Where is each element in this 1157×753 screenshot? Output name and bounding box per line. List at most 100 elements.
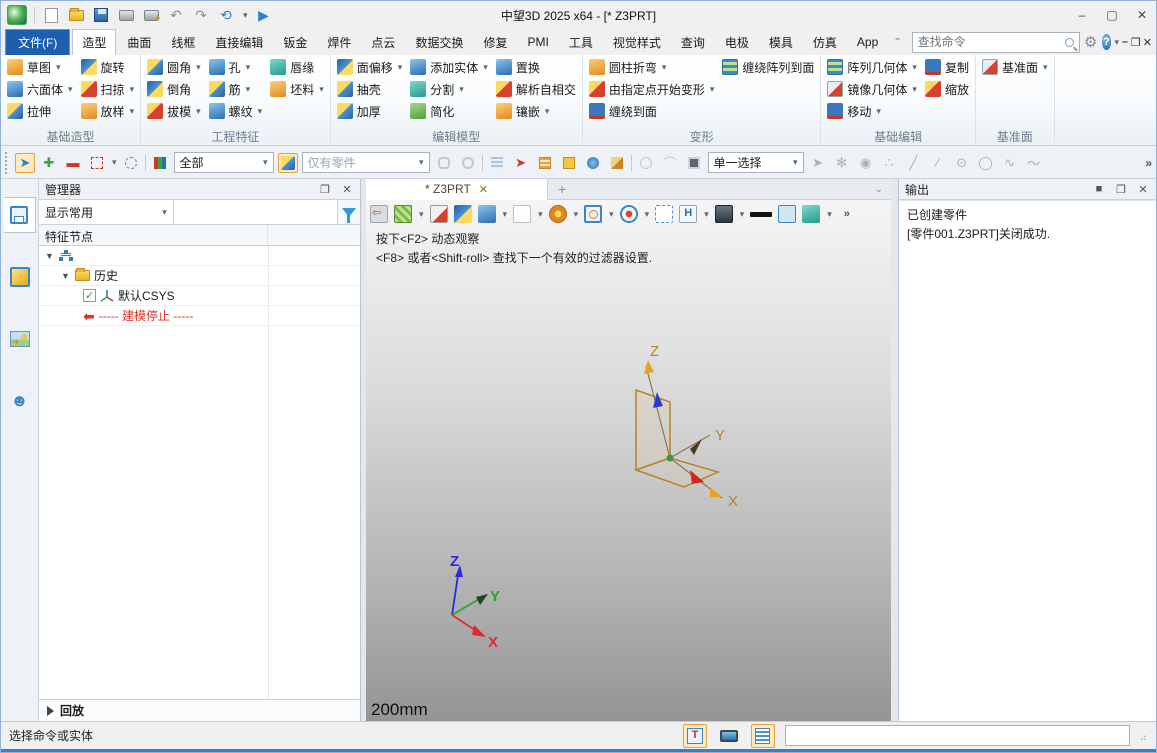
filter-button[interactable] bbox=[150, 153, 170, 173]
role-manager-tab[interactable]: ☻ bbox=[4, 383, 36, 419]
dropdown-arrow-icon[interactable]: ▾ bbox=[709, 84, 715, 95]
dropdown-arrow-icon[interactable]: ▾ bbox=[195, 106, 201, 117]
canvas-toolbar-overflow-icon[interactable]: » bbox=[844, 208, 850, 220]
shell-button[interactable]: 抽壳 bbox=[333, 78, 407, 100]
dropdown-arrow-icon[interactable]: ▾ bbox=[644, 209, 650, 220]
replay-section[interactable]: 回放 bbox=[39, 699, 360, 721]
history-manager-tab[interactable] bbox=[3, 197, 36, 233]
close-button[interactable]: ✕ bbox=[1134, 8, 1150, 22]
model-canvas[interactable]: ▾ ▾ ▾ ▾ ▾ ▾ ▾ ▾ ▾ » 按下<F2> 动态观察 <F8> 或者<… bbox=[366, 200, 891, 721]
loft-button[interactable]: 放样 ▾ bbox=[77, 100, 139, 122]
play-filter-button[interactable]: ◉ bbox=[856, 153, 876, 173]
inlay-button[interactable]: 镶嵌 ▾ bbox=[492, 100, 580, 122]
dropdown-arrow-icon[interactable]: ▾ bbox=[257, 106, 263, 117]
prompt-panel-toggle[interactable] bbox=[682, 723, 707, 748]
tree-root-row[interactable]: ▼ bbox=[39, 246, 360, 266]
manager-float-button[interactable]: ❐ bbox=[318, 183, 332, 196]
dropdown-arrow-icon[interactable]: ▾ bbox=[397, 62, 403, 73]
dropdown-arrow-icon[interactable]: ▾ bbox=[502, 209, 508, 220]
dropdown-arrow-icon[interactable]: ▾ bbox=[911, 62, 917, 73]
manager-close-button[interactable]: ✕ bbox=[340, 183, 354, 196]
pick-highlight-button[interactable]: ➤ bbox=[15, 152, 35, 173]
spline-snap-button[interactable]: ∿ bbox=[1000, 153, 1020, 173]
status-input[interactable] bbox=[784, 725, 1130, 746]
tab-visual-style[interactable]: 视觉样式 bbox=[604, 30, 670, 55]
wrap-pattern-to-face-button[interactable]: 缠绕阵列到面 bbox=[718, 56, 818, 78]
box-button[interactable]: 六面体 ▾ bbox=[3, 78, 77, 100]
eraser-button[interactable] bbox=[429, 205, 448, 223]
revolve-button[interactable]: 旋转 bbox=[77, 56, 139, 78]
draft-button[interactable]: 拔模 ▾ bbox=[143, 100, 205, 122]
tab-tools[interactable]: 工具 bbox=[560, 30, 602, 55]
exit-button[interactable] bbox=[370, 205, 388, 223]
output-float-button[interactable]: ❐ bbox=[1114, 183, 1128, 196]
zoom-window-button[interactable] bbox=[655, 205, 674, 223]
tab-data-exchange[interactable]: 数据交换 bbox=[406, 30, 472, 55]
face-offset-button[interactable]: 面偏移 ▾ bbox=[333, 56, 407, 78]
redo-button[interactable]: ↷ bbox=[192, 6, 210, 24]
hole-button[interactable]: 孔 ▾ bbox=[205, 56, 267, 78]
dropdown-arrow-icon[interactable]: ▾ bbox=[911, 84, 917, 95]
batch-print-button[interactable] bbox=[142, 6, 161, 25]
visual-manager-tab[interactable] bbox=[4, 259, 36, 295]
undo-button[interactable]: ↶ bbox=[167, 6, 185, 24]
panel-splitter[interactable] bbox=[891, 179, 898, 721]
tab-list-dropdown-icon[interactable]: ⌄ bbox=[867, 184, 891, 195]
curve-snap-button[interactable]: 〜 bbox=[1024, 153, 1044, 173]
csys-row[interactable]: ✓ 默认CSYS bbox=[39, 286, 360, 306]
tab-weldment[interactable]: 焊件 bbox=[318, 30, 360, 55]
filter-scope-select[interactable]: 全部 ▾ bbox=[173, 152, 274, 173]
history-list-button[interactable] bbox=[535, 153, 555, 173]
dropdown-arrow-icon[interactable]: ▾ bbox=[245, 62, 251, 73]
help-icon[interactable]: ? bbox=[1101, 34, 1112, 50]
tab-simulation[interactable]: 仿真 bbox=[804, 30, 846, 55]
dropdown-arrow-icon[interactable]: ▾ bbox=[544, 106, 550, 117]
tab-electrode[interactable]: 电极 bbox=[716, 30, 758, 55]
tab-inquire[interactable]: 查询 bbox=[672, 30, 714, 55]
cylindrical-bend-button[interactable]: 圆柱折弯 ▾ bbox=[585, 56, 719, 78]
thicken-button[interactable]: 加厚 bbox=[333, 100, 407, 122]
stock-button[interactable]: 坯料 ▾ bbox=[266, 78, 328, 100]
copy-button[interactable]: 复制 bbox=[921, 56, 973, 78]
dropdown-arrow-icon[interactable]: ▾ bbox=[55, 62, 61, 73]
search-icon[interactable] bbox=[1064, 37, 1074, 47]
default-csys-graphic[interactable]: Z Y X bbox=[606, 340, 751, 515]
pick-cursor-button[interactable]: ➤ bbox=[808, 153, 828, 173]
save-button[interactable] bbox=[92, 6, 110, 24]
display-mode-select[interactable]: 显示常用 ▾ bbox=[39, 200, 174, 224]
minimize-button[interactable]: – bbox=[1074, 8, 1090, 22]
line2-snap-button[interactable]: ∕ bbox=[928, 153, 948, 173]
message-log-toggle[interactable] bbox=[750, 723, 775, 748]
deform-from-point-button[interactable]: 由指定点开始变形 ▾ bbox=[585, 78, 719, 100]
tab-wireframe[interactable]: 线框 bbox=[162, 30, 204, 55]
locate-target-button[interactable] bbox=[619, 205, 638, 223]
tab-mold[interactable]: 模具 bbox=[760, 30, 802, 55]
view-manager-tab[interactable] bbox=[4, 321, 36, 357]
fullscreen-toggle[interactable] bbox=[717, 724, 741, 748]
tab-sheet-metal[interactable]: 钣金 bbox=[274, 30, 316, 55]
browse-web-button[interactable] bbox=[583, 153, 603, 173]
dropdown-arrow-icon[interactable]: ▾ bbox=[608, 209, 614, 220]
expand-icon[interactable]: ▼ bbox=[45, 251, 55, 261]
dropdown-arrow-icon[interactable]: ▾ bbox=[573, 209, 579, 220]
shaded-display-button[interactable] bbox=[477, 205, 496, 223]
link-edges-button[interactable] bbox=[458, 153, 478, 173]
mirror-geometry-button[interactable]: 镜像几何体 ▾ bbox=[823, 78, 921, 100]
settings-gear-icon[interactable]: ⚙ bbox=[1082, 33, 1100, 51]
quickbar-dropdown-icon[interactable]: ▾ bbox=[242, 10, 248, 21]
tree-filter-button[interactable] bbox=[336, 200, 360, 224]
open-file-button[interactable] bbox=[67, 6, 85, 24]
rib-button[interactable]: 筋 ▾ bbox=[205, 78, 267, 100]
feature-node-column[interactable]: 特征节点 bbox=[39, 225, 268, 245]
dropdown-arrow-icon[interactable]: ▾ bbox=[195, 62, 201, 73]
checkbox-checked-icon[interactable]: ✓ bbox=[83, 289, 96, 302]
new-tab-button[interactable]: + bbox=[548, 181, 576, 197]
tab-app[interactable]: App bbox=[848, 31, 887, 53]
part-filter-select[interactable]: 仅有零件 ▾ bbox=[301, 152, 430, 173]
extrude-button[interactable]: 拉伸 bbox=[3, 100, 77, 122]
datum-plane-button[interactable]: 基准面 ▾ bbox=[978, 56, 1052, 78]
resize-grip[interactable]: ⣠ bbox=[1140, 730, 1148, 741]
pick-settings-button[interactable]: ✻ bbox=[832, 153, 852, 173]
dropdown-arrow-icon[interactable]: ▾ bbox=[875, 106, 881, 117]
pick-last-button[interactable]: ➤ bbox=[511, 153, 531, 173]
